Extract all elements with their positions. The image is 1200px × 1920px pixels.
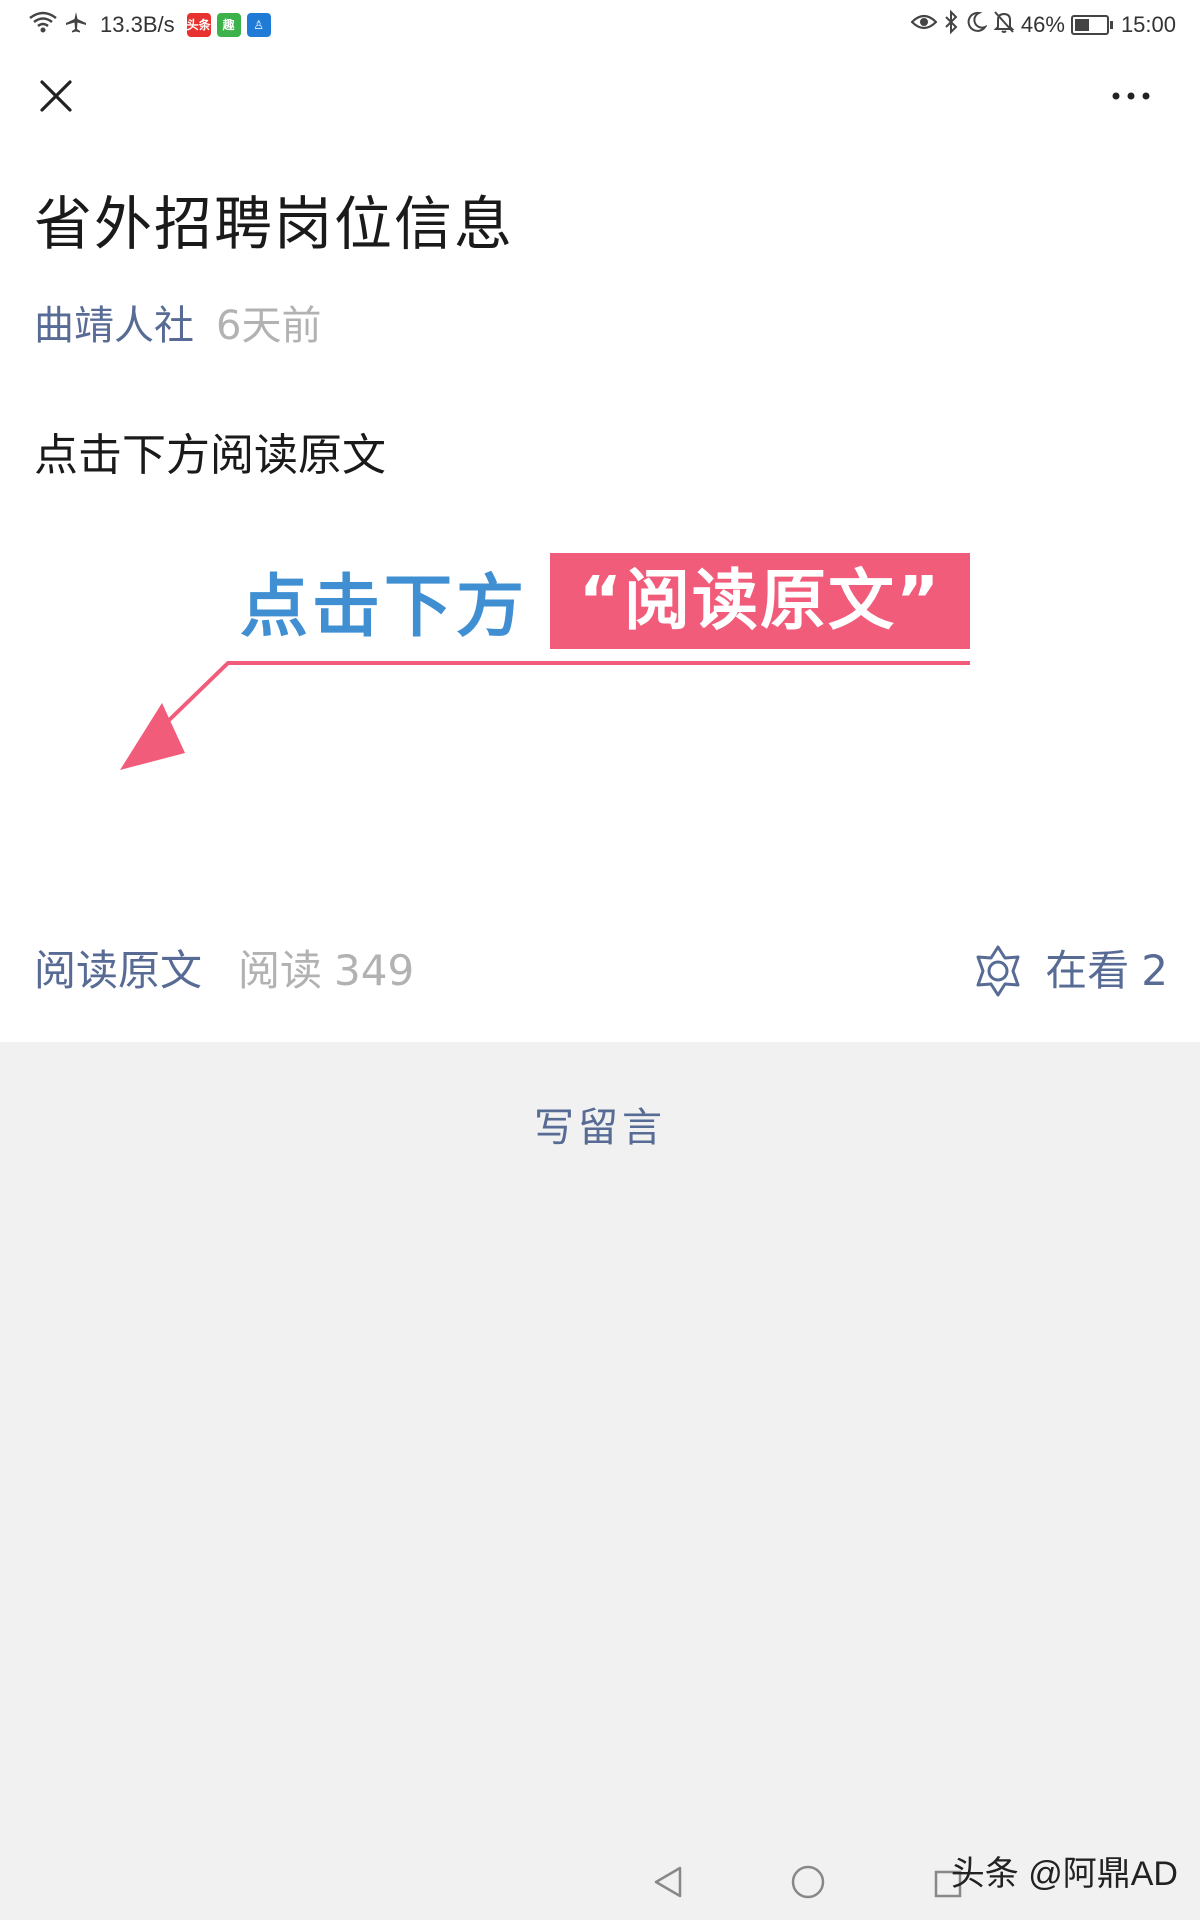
more-icon — [1106, 92, 1156, 120]
back-triangle-icon — [654, 1866, 682, 1898]
more-button[interactable] — [1106, 76, 1156, 116]
battery-icon — [1070, 15, 1113, 35]
network-speed: 13.3B/s — [100, 12, 175, 37]
battery-percent: 46% — [1020, 12, 1065, 37]
read-original-link[interactable]: 阅读原文 — [34, 942, 202, 1000]
green-app-icon: 趣 — [216, 13, 241, 37]
article-meta: 曲靖人社 6天前 — [34, 298, 321, 354]
status-bar-left: 13.3B/s 头条 趣 ♙ — [28, 10, 271, 40]
watermark: 头条 @阿鼎AD — [950, 1855, 1178, 1893]
read-count: 阅读 349 — [238, 942, 414, 1000]
home-nav-button[interactable] — [790, 1864, 826, 1904]
bluetooth-icon — [943, 9, 959, 40]
toutiao-app-icon: 头条 — [186, 13, 211, 37]
eye-icon — [910, 12, 938, 38]
battery-fill — [1074, 19, 1089, 31]
wow-star-icon — [971, 944, 1025, 998]
wow-label: 在看 2 — [1045, 942, 1168, 1000]
write-comment-button[interactable]: 写留言 — [0, 1100, 1200, 1156]
close-icon — [36, 80, 76, 120]
back-nav-button[interactable] — [652, 1864, 684, 1904]
status-bar-right: 46% 15:00 — [910, 9, 1176, 40]
article-title: 省外招聘岗位信息 — [34, 190, 515, 258]
airplane-icon — [64, 10, 88, 40]
banner-pink-box: “阅读原文” — [550, 553, 970, 649]
banner-pink-text: “阅读原文” — [578, 562, 942, 639]
wow-button[interactable]: 在看 2 — [971, 936, 1168, 1006]
publish-time: 6天前 — [216, 303, 322, 349]
mute-bell-icon — [993, 10, 1015, 40]
read-original-banner-image: 点击下方 “阅读原文” — [110, 545, 980, 785]
read-count-value: 349 — [334, 946, 415, 995]
article-body-text: 点击下方阅读原文 — [34, 430, 386, 481]
blue-app-icon: ♙ — [246, 13, 271, 37]
read-label: 阅读 — [238, 946, 323, 995]
close-button[interactable] — [36, 76, 76, 116]
wow-text: 在看 — [1045, 946, 1130, 995]
status-bar: 13.3B/s 头条 趣 ♙ 46% 15:00 — [0, 0, 1200, 50]
wow-count: 2 — [1141, 946, 1168, 995]
moon-icon — [965, 11, 988, 39]
banner-blue-text: 点击下方 — [240, 568, 529, 647]
comment-area: 写留言 — [0, 1042, 1200, 1920]
account-name-link[interactable]: 曲靖人社 — [34, 303, 194, 349]
clock: 15:00 — [1120, 12, 1176, 37]
home-circle-icon — [791, 1865, 825, 1899]
wifi-icon — [28, 10, 58, 40]
